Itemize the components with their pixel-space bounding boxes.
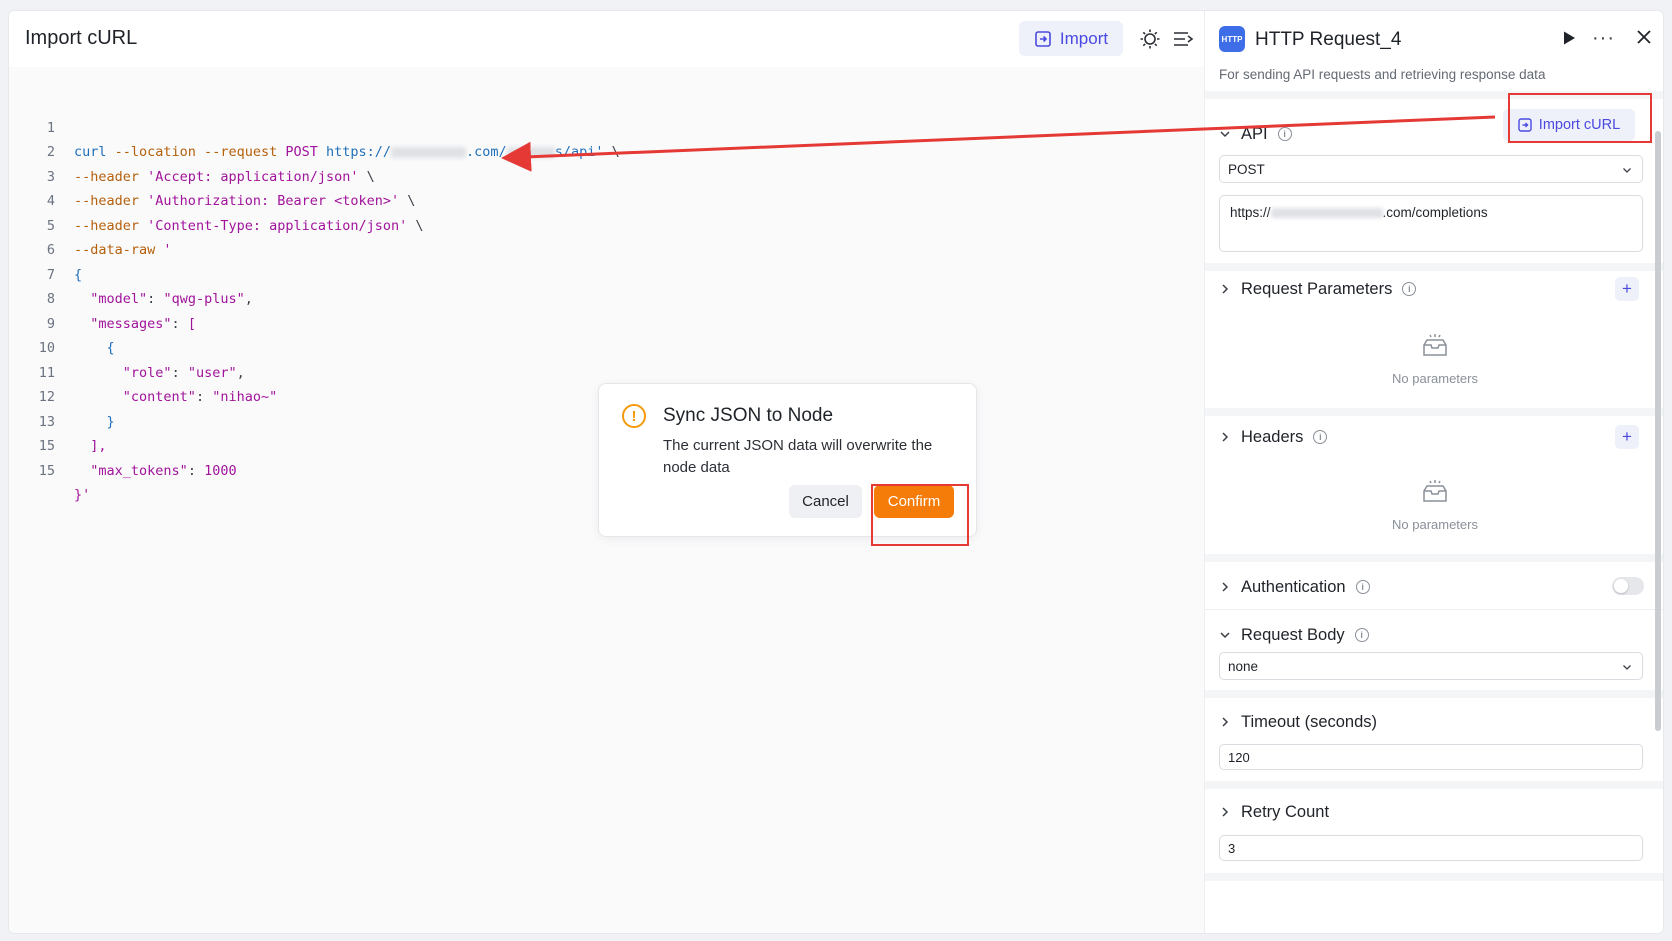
theme-toggle-icon[interactable] [1139,28,1161,50]
dialog-title: Sync JSON to Node [663,405,834,426]
chevron-down-icon [1220,131,1230,138]
code-line: 8 "messages": [ [9,263,1204,332]
info-icon[interactable]: i [1313,430,1328,444]
chevron-right-icon [1222,432,1229,442]
close-icon[interactable] [1635,28,1653,46]
curl-editor: Import cURL Import 1 curl --location --r… [9,11,1204,933]
add-header-button[interactable]: + [1615,425,1639,449]
authentication-label: Authentication [1241,577,1346,596]
empty-box-icon [1423,480,1447,502]
dialog-message: The current JSON data will overwrite the… [663,437,933,476]
url-input[interactable]: https://.com/completions [1219,195,1643,252]
api-section-header[interactable]: API i [1219,123,1292,145]
divider [1205,263,1663,271]
import-button[interactable]: Import [1019,21,1123,56]
confirm-highlight [871,484,969,546]
request-body-value: none [1228,658,1259,674]
code-line: 11 "content": "nihao~" [9,336,1204,406]
divider [1205,554,1663,562]
node-description: For sending API requests and retrieving … [1219,67,1546,82]
warning-icon: ! [622,404,646,428]
cancel-button[interactable]: Cancel [789,485,862,518]
node-title[interactable]: HTTP Request_4 [1255,29,1401,51]
info-icon[interactable]: i [1402,282,1417,296]
headers-header[interactable]: Headers i [1219,426,1328,448]
divider [1205,609,1663,610]
divider [1205,873,1663,881]
http-request-panel: HTTP HTTP Request_4 ··· For sending API … [1204,11,1663,933]
chevron-down-icon [1623,665,1631,670]
add-parameter-button[interactable]: + [1615,277,1639,301]
import-icon [1035,30,1051,47]
editor-title: Import cURL [25,27,138,49]
chevron-right-icon [1222,807,1229,817]
authentication-header[interactable]: Authentication i [1219,576,1370,598]
retry-count-header[interactable]: Retry Count [1219,801,1329,823]
code-line: 2 --header 'Accept: application/json' \ [9,116,1204,185]
method-select[interactable]: POST [1219,155,1643,183]
import-curl-highlight [1508,93,1652,143]
chevron-down-icon [1623,168,1631,173]
info-icon[interactable]: i [1354,628,1369,642]
info-icon[interactable]: i [1355,580,1370,594]
divider [1205,690,1663,698]
api-label: API [1241,124,1268,143]
play-icon[interactable] [1561,30,1577,46]
code-line: 5 --data-raw ' [9,189,1204,259]
empty-box-icon [1423,334,1447,356]
headers-empty-state: No parameters [1205,477,1663,532]
request-body-select[interactable]: none [1219,652,1643,680]
more-icon[interactable]: ··· [1592,27,1615,50]
timeout-label: Timeout (seconds) [1241,712,1378,731]
code-line: 4 --header 'Content-Type: application/js… [9,165,1204,234]
request-parameters-label: Request Parameters [1241,279,1393,298]
headers-label: Headers [1241,427,1304,446]
chevron-right-icon [1222,582,1229,592]
method-value: POST [1228,161,1265,177]
request-body-header[interactable]: Request Body i [1219,624,1369,646]
timeout-input[interactable]: 120 [1219,744,1643,770]
chevron-right-icon [1222,284,1229,294]
editor-header: Import cURL Import [9,11,1204,67]
chevron-right-icon [1222,717,1229,727]
code-line: 1 curl --location --request POST https:/… [9,91,1204,161]
import-button-label: Import [1059,28,1109,48]
code-line: 9 { [9,287,1204,357]
code-line: 7 "model": "qwg-plus", [9,238,1204,308]
code-line: 6 { [9,214,1204,283]
divider [1205,781,1663,789]
panel-scrollbar[interactable] [1655,131,1661,731]
line-number: 15 [38,462,55,479]
request-parameters-header[interactable]: Request Parameters i [1219,278,1417,300]
code-line: 12 } [9,361,1204,430]
timeout-header[interactable]: Timeout (seconds) [1219,711,1377,733]
app-window: Import cURL Import 1 curl --location --r… [8,10,1664,934]
retry-count-input[interactable]: 3 [1219,835,1643,861]
retry-count-label: Retry Count [1241,802,1330,821]
parameters-empty-state: No parameters [1205,331,1663,386]
code-line: 3 --header 'Authorization: Bearer <token… [9,140,1204,210]
divider [1205,408,1663,416]
word-wrap-icon[interactable] [1172,28,1194,50]
code-line: 10 "role": "user", [9,312,1204,381]
info-icon[interactable]: i [1277,127,1292,141]
chevron-down-icon [1220,632,1230,639]
authentication-toggle[interactable] [1612,577,1644,595]
request-body-label: Request Body [1241,625,1345,644]
http-node-icon: HTTP [1219,26,1245,52]
